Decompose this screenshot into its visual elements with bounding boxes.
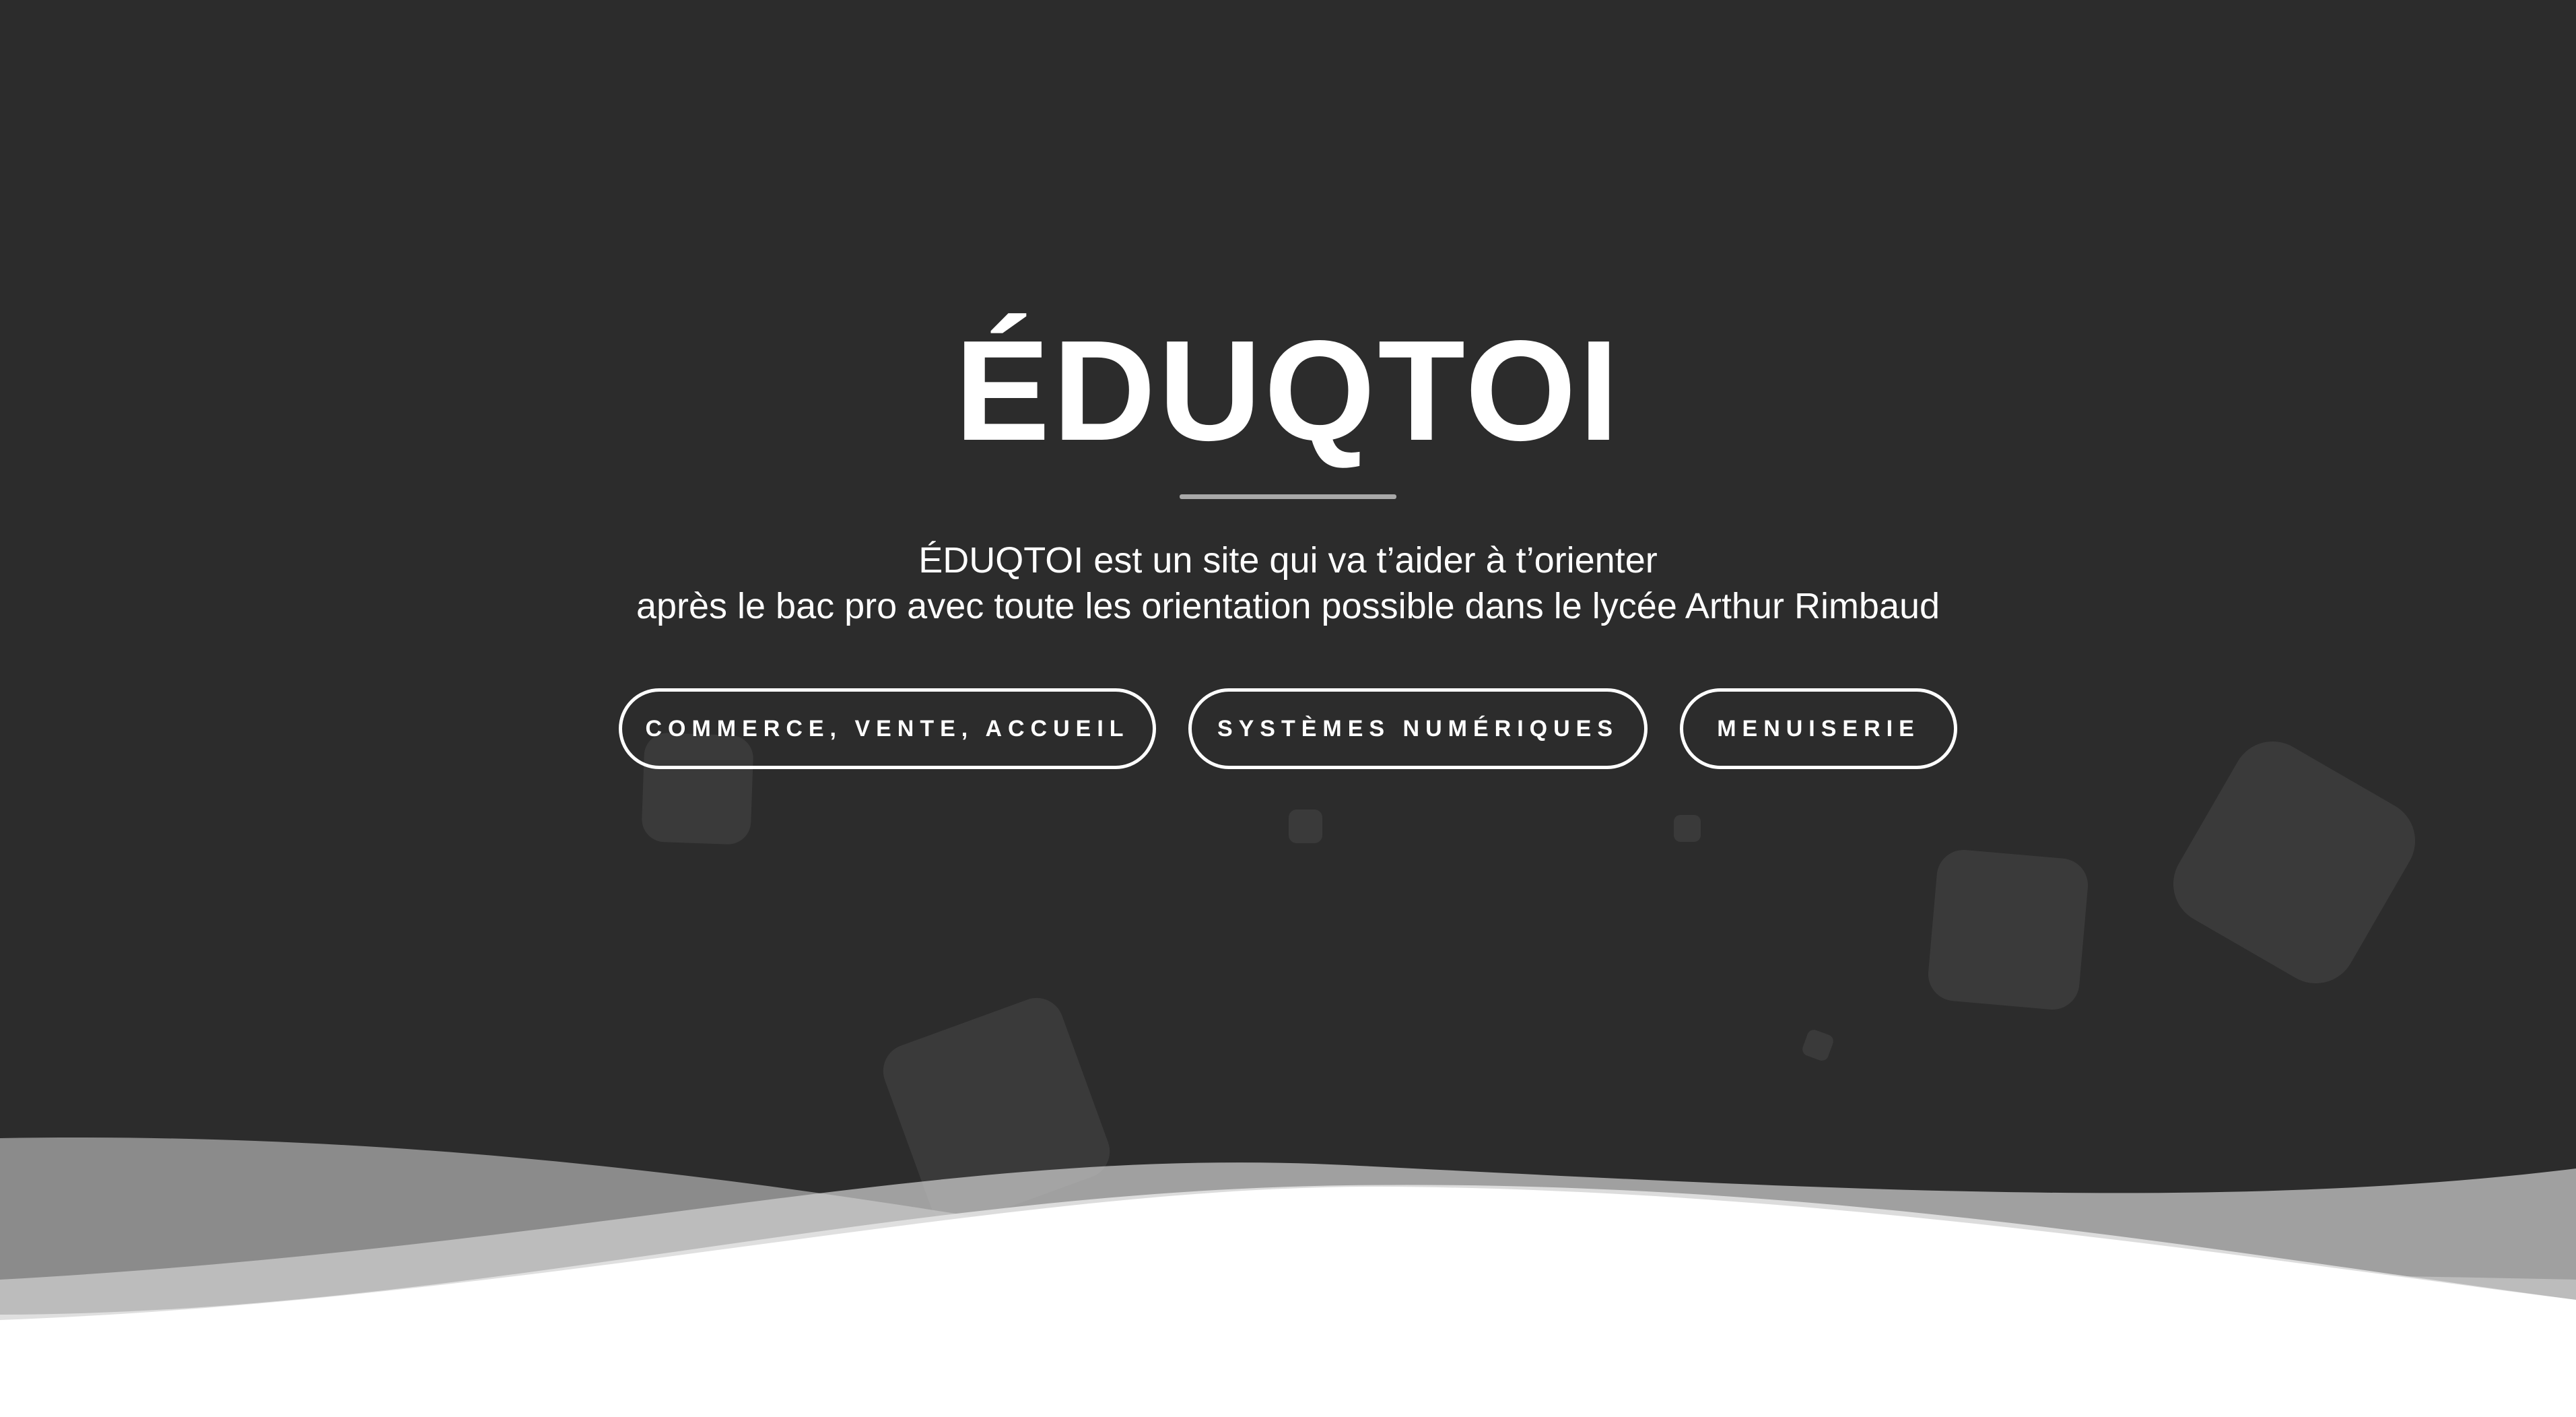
- site-description: ÉDUQTOI est un site qui va t’aider à t’o…: [0, 537, 2576, 629]
- description-line-1: ÉDUQTOI est un site qui va t’aider à t’o…: [918, 540, 1658, 581]
- description-line-2: après le bac pro avec toute les orientat…: [636, 586, 1940, 626]
- site-title: ÉDUQTOI: [955, 310, 1621, 470]
- hero-section: ÉDUQTOI ÉDUQTOI est un site qui va t’aid…: [0, 0, 2576, 1417]
- menuiserie-button[interactable]: MENUISERIE: [1680, 688, 1957, 769]
- orientation-nav: COMMERCE, VENTE, ACCUEIL SYSTÈMES NUMÉRI…: [0, 688, 2576, 769]
- commerce-vente-accueil-button[interactable]: COMMERCE, VENTE, ACCUEIL: [619, 688, 1156, 769]
- title-divider: [1180, 494, 1396, 499]
- systemes-numeriques-button[interactable]: SYSTÈMES NUMÉRIQUES: [1188, 688, 1648, 769]
